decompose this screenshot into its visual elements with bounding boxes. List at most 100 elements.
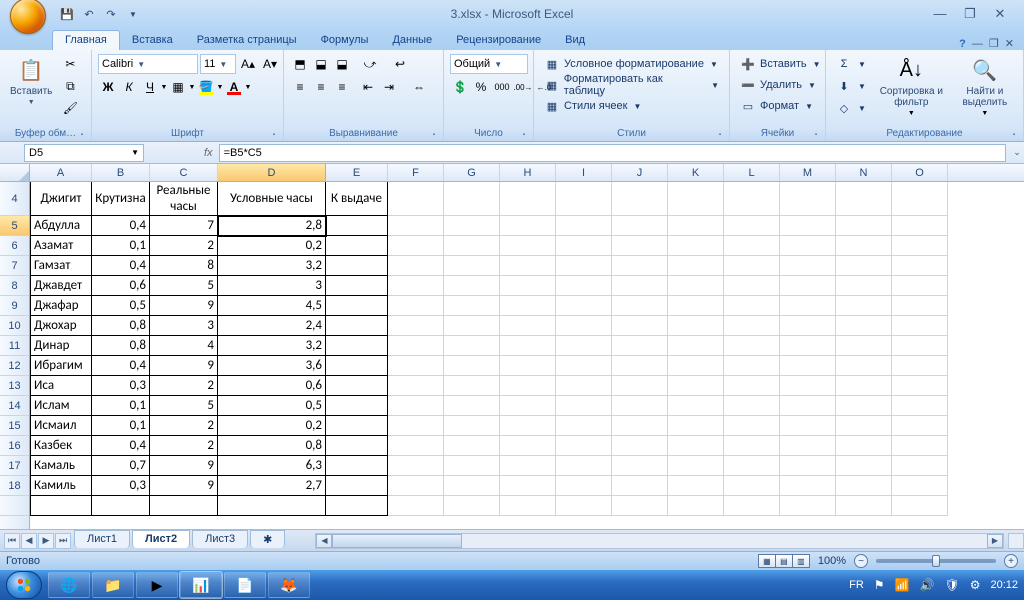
fill-dropdown-icon[interactable]: ▼ bbox=[217, 77, 223, 97]
cell[interactable] bbox=[892, 376, 948, 396]
cell[interactable] bbox=[388, 376, 444, 396]
cell[interactable] bbox=[892, 182, 948, 216]
normal-view-icon[interactable]: ▦ bbox=[758, 554, 776, 568]
cell[interactable] bbox=[612, 256, 668, 276]
task-excel[interactable]: 📊 bbox=[180, 572, 222, 598]
cell[interactable] bbox=[556, 182, 612, 216]
cell[interactable]: 0,4 bbox=[92, 216, 150, 236]
align-right-icon[interactable]: ≡ bbox=[332, 77, 352, 97]
cell[interactable] bbox=[388, 336, 444, 356]
cell[interactable] bbox=[892, 436, 948, 456]
grow-font-icon[interactable]: A▴ bbox=[238, 54, 258, 74]
cell[interactable]: 2 bbox=[150, 416, 218, 436]
column-header[interactable]: C bbox=[150, 164, 218, 181]
cell[interactable] bbox=[612, 182, 668, 216]
cell[interactable]: Исмаил bbox=[30, 416, 92, 436]
cell[interactable] bbox=[218, 496, 326, 516]
cell[interactable] bbox=[780, 496, 836, 516]
wrap-text-icon[interactable]: ↩ bbox=[386, 54, 414, 74]
cell[interactable]: 2,7 bbox=[218, 476, 326, 496]
cell[interactable]: 4 bbox=[150, 336, 218, 356]
cell-styles-button[interactable]: ▦Стили ячеек▼ bbox=[540, 96, 645, 116]
cell[interactable] bbox=[500, 182, 556, 216]
font-name-combo[interactable]: Calibri▼ bbox=[98, 54, 198, 74]
cell[interactable] bbox=[500, 416, 556, 436]
align-bottom-icon[interactable]: ⬓ bbox=[332, 54, 352, 74]
cell[interactable] bbox=[150, 496, 218, 516]
cell[interactable] bbox=[836, 396, 892, 416]
cell[interactable] bbox=[612, 336, 668, 356]
cell[interactable] bbox=[668, 276, 724, 296]
task-media[interactable]: ▶ bbox=[136, 572, 178, 598]
cell[interactable] bbox=[388, 236, 444, 256]
tab-formulas[interactable]: Формулы bbox=[309, 31, 381, 50]
cell[interactable]: 3,6 bbox=[218, 356, 326, 376]
cell[interactable] bbox=[612, 496, 668, 516]
paste-button[interactable]: 📋 Вставить ▼ bbox=[6, 54, 56, 108]
expand-formula-bar-icon[interactable]: ⌄ bbox=[1010, 147, 1024, 158]
cell[interactable]: 0,5 bbox=[92, 296, 150, 316]
row-header[interactable]: 6 bbox=[0, 236, 29, 256]
cell[interactable] bbox=[836, 236, 892, 256]
cell[interactable] bbox=[388, 396, 444, 416]
tab-review[interactable]: Рецензирование bbox=[444, 31, 553, 50]
cell[interactable] bbox=[444, 396, 500, 416]
column-header[interactable]: G bbox=[444, 164, 500, 181]
cell[interactable] bbox=[612, 316, 668, 336]
cell[interactable]: 0,7 bbox=[92, 456, 150, 476]
cell[interactable] bbox=[444, 456, 500, 476]
cell[interactable]: 9 bbox=[150, 456, 218, 476]
delete-cells-button[interactable]: ➖Удалить▼ bbox=[736, 75, 820, 95]
cell[interactable] bbox=[724, 356, 780, 376]
cell[interactable] bbox=[724, 276, 780, 296]
cell[interactable]: 5 bbox=[150, 276, 218, 296]
cell[interactable] bbox=[444, 476, 500, 496]
restore-button[interactable]: ❐ bbox=[960, 6, 980, 22]
cell[interactable]: 2,4 bbox=[218, 316, 326, 336]
cell[interactable] bbox=[388, 416, 444, 436]
cut-icon[interactable]: ✂ bbox=[60, 54, 80, 74]
cell[interactable] bbox=[780, 296, 836, 316]
cell[interactable]: 2 bbox=[150, 376, 218, 396]
cell[interactable] bbox=[836, 316, 892, 336]
cell[interactable] bbox=[892, 456, 948, 476]
cell[interactable] bbox=[500, 456, 556, 476]
row-header[interactable]: 9 bbox=[0, 296, 29, 316]
cell[interactable]: 2 bbox=[150, 236, 218, 256]
cell[interactable]: Иса bbox=[30, 376, 92, 396]
cell[interactable]: 0,4 bbox=[92, 356, 150, 376]
tab-insert[interactable]: Вставка bbox=[120, 31, 185, 50]
increase-decimal-icon[interactable]: .00→ bbox=[513, 77, 533, 97]
cell[interactable] bbox=[326, 416, 388, 436]
underline-icon[interactable]: Ч bbox=[140, 77, 160, 97]
row-header[interactable]: 4 bbox=[0, 182, 29, 216]
cell[interactable] bbox=[556, 376, 612, 396]
cell[interactable] bbox=[500, 496, 556, 516]
cell[interactable] bbox=[668, 396, 724, 416]
tray-volume-icon[interactable]: 🔊 bbox=[920, 578, 935, 592]
row-header[interactable]: 5 bbox=[0, 216, 29, 236]
cell[interactable] bbox=[724, 296, 780, 316]
column-header[interactable]: D bbox=[218, 164, 326, 181]
cell[interactable] bbox=[612, 356, 668, 376]
align-left-icon[interactable]: ≡ bbox=[290, 77, 310, 97]
cell[interactable] bbox=[668, 216, 724, 236]
task-firefox[interactable]: 🦊 bbox=[268, 572, 310, 598]
cell[interactable]: 9 bbox=[150, 356, 218, 376]
cell[interactable] bbox=[836, 376, 892, 396]
cell[interactable] bbox=[444, 276, 500, 296]
tray-flag-icon[interactable]: ⚑ bbox=[874, 578, 885, 592]
cell[interactable] bbox=[326, 456, 388, 476]
cell[interactable] bbox=[668, 182, 724, 216]
column-header[interactable]: K bbox=[668, 164, 724, 181]
fontcolor-dropdown-icon[interactable]: ▼ bbox=[245, 77, 251, 97]
cell[interactable] bbox=[668, 256, 724, 276]
column-header[interactable]: J bbox=[612, 164, 668, 181]
cell[interactable] bbox=[668, 376, 724, 396]
cell[interactable] bbox=[556, 496, 612, 516]
cell[interactable] bbox=[724, 436, 780, 456]
cell[interactable] bbox=[612, 236, 668, 256]
column-header[interactable]: M bbox=[780, 164, 836, 181]
cell[interactable] bbox=[444, 376, 500, 396]
cell[interactable]: Реальные часы bbox=[150, 182, 218, 216]
